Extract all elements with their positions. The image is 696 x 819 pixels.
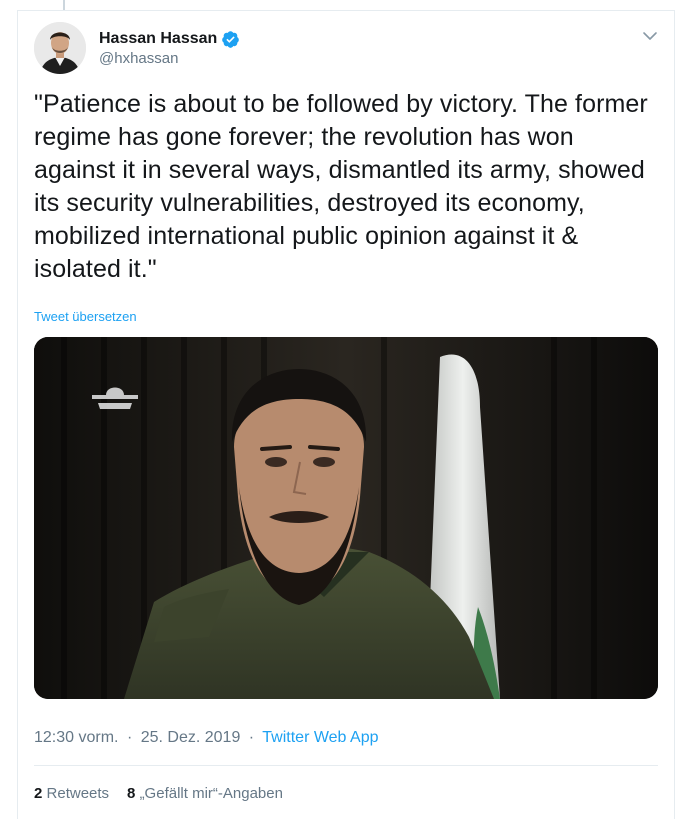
tweet-text-line: regime has gone forever; the revolution … [34, 123, 574, 151]
tweet-source-link[interactable]: Twitter Web App [262, 729, 378, 746]
thread-connector-line [63, 0, 65, 10]
tweet-text-line: mobilized international public opinion a… [34, 222, 579, 250]
tweet-text-line: isolated it." [34, 255, 157, 283]
retweets-label: Retweets [46, 785, 110, 802]
tweet-metadata: 12:30 vorm. · 25. Dez. 2019 · Twitter We… [34, 729, 378, 747]
user-handle[interactable]: @hxhassan [99, 50, 178, 67]
tweet-stats: 2 Retweets 8 „Gefällt mir“-Angaben [34, 785, 283, 802]
translate-tweet-link[interactable]: Tweet übersetzen [34, 309, 137, 324]
user-display-name[interactable]: Hassan Hassan [99, 30, 217, 48]
likes-stat[interactable]: 8 „Gefällt mir“-Angaben [127, 785, 283, 802]
verified-badge-icon [222, 30, 240, 48]
retweets-stat[interactable]: 2 Retweets [34, 785, 109, 802]
tweet-media-image[interactable] [34, 337, 658, 699]
tweet-text: "Patience is about to be followed by vic… [34, 88, 674, 286]
divider [34, 765, 658, 766]
meta-separator: · [248, 729, 255, 746]
tweet-time[interactable]: 12:30 vorm. [34, 729, 118, 746]
tweet-date[interactable]: 25. Dez. 2019 [141, 729, 241, 746]
avatar[interactable] [34, 22, 86, 74]
user-name-row[interactable]: Hassan Hassan [99, 28, 240, 50]
chevron-down-icon[interactable] [641, 29, 659, 43]
likes-label: „Gefällt mir“-Angaben [139, 785, 283, 802]
retweets-count: 2 [34, 785, 43, 802]
tweet-text-line: its security vulnerabilities, destroyed … [34, 189, 585, 217]
likes-count: 8 [127, 785, 136, 802]
tweet-text-line: "Patience is about to be followed by vic… [34, 90, 648, 118]
meta-separator: · [126, 729, 133, 746]
tweet-text-line: against it in several ways, dismantled i… [34, 156, 645, 184]
